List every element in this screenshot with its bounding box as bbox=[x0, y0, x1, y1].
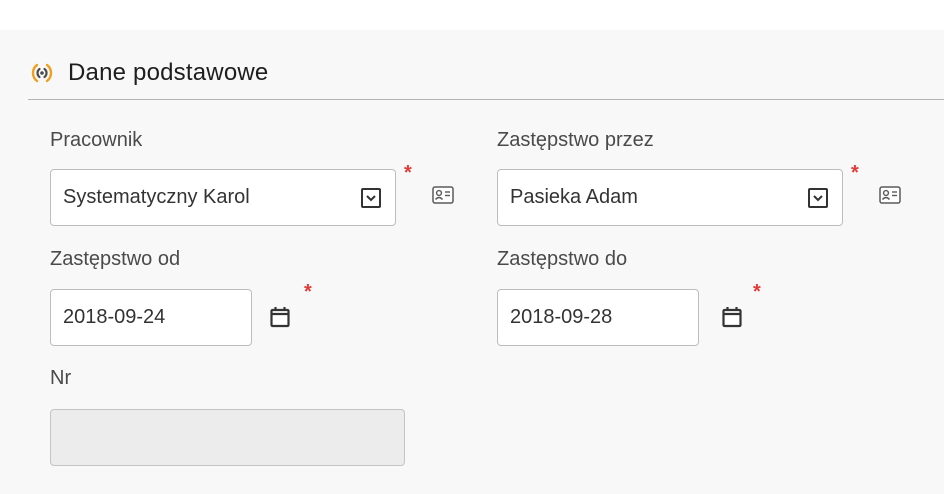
employee-label: Pracownik bbox=[50, 129, 143, 151]
section-header: Dane podstawowe bbox=[28, 55, 268, 91]
signal-icon bbox=[28, 59, 56, 87]
chevron-down-icon[interactable] bbox=[361, 188, 381, 208]
date-to-input[interactable]: 2018-09-28 bbox=[497, 289, 699, 346]
required-marker: * bbox=[851, 162, 859, 184]
top-strip bbox=[0, 0, 944, 30]
section-title: Dane podstawowe bbox=[68, 59, 269, 86]
required-marker: * bbox=[404, 162, 412, 184]
date-to-value: 2018-09-28 bbox=[510, 306, 613, 328]
date-to-label: Zastępstwo do bbox=[497, 248, 628, 270]
chevron-down-icon[interactable] bbox=[808, 188, 828, 208]
employee-select[interactable]: Systematyczny Karol bbox=[50, 169, 396, 226]
date-from-label: Zastępstwo od bbox=[50, 248, 181, 270]
substitute-label: Zastępstwo przez bbox=[497, 129, 654, 151]
required-marker: * bbox=[753, 281, 761, 303]
calendar-icon[interactable] bbox=[270, 306, 290, 333]
substitute-value: Pasieka Adam bbox=[510, 186, 638, 208]
contact-card-icon[interactable] bbox=[879, 186, 901, 209]
substitute-select[interactable]: Pasieka Adam bbox=[497, 169, 843, 226]
employee-value: Systematyczny Karol bbox=[63, 186, 250, 208]
calendar-icon[interactable] bbox=[722, 306, 742, 333]
number-input[interactable] bbox=[50, 409, 405, 466]
required-marker: * bbox=[304, 281, 312, 303]
date-from-value: 2018-09-24 bbox=[63, 306, 166, 328]
contact-card-icon[interactable] bbox=[432, 186, 454, 209]
date-from-input[interactable]: 2018-09-24 bbox=[50, 289, 252, 346]
section-divider bbox=[28, 99, 944, 100]
number-label: Nr bbox=[50, 367, 72, 389]
